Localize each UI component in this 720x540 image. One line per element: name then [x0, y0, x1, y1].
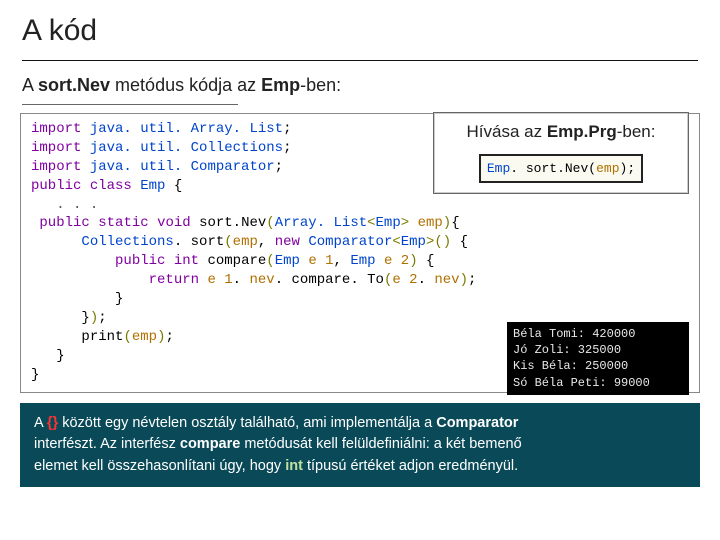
output-line: Béla Tomi: 420000: [513, 326, 683, 342]
subtitle: A sort.Nev metódus kódja az Emp-ben:: [0, 67, 720, 105]
subtitle-method: sort.Nev: [38, 75, 110, 95]
call-box: Hívása az Emp.Prg-ben: Emp. sort.Nev(emp…: [433, 112, 689, 194]
output-line: Jó Zoli: 325000: [513, 342, 683, 358]
slide: A kód A sort.Nev metódus kódja az Emp-be…: [0, 0, 720, 540]
slide-title: A kód: [0, 0, 720, 67]
console-output: Béla Tomi: 420000 Jó Zoli: 325000 Kis Bé…: [507, 322, 689, 395]
title-text: A kód: [22, 14, 97, 47]
subtitle-rule: [22, 104, 238, 105]
footer-braces: {}: [47, 415, 58, 431]
output-line: Kis Béla: 250000: [513, 358, 683, 374]
call-title: Hívása az Emp.Prg-ben:: [444, 121, 678, 144]
output-line: Só Béla Peti: 99000: [513, 375, 683, 391]
footer-note: A {} között egy névtelen osztály találha…: [20, 403, 700, 486]
title-rule: [22, 60, 698, 61]
subtitle-class: Emp: [261, 75, 300, 95]
call-code: Emp. sort.Nev(emp);: [479, 154, 643, 184]
code-listing: Hívása az Emp.Prg-ben: Emp. sort.Nev(emp…: [20, 113, 700, 393]
